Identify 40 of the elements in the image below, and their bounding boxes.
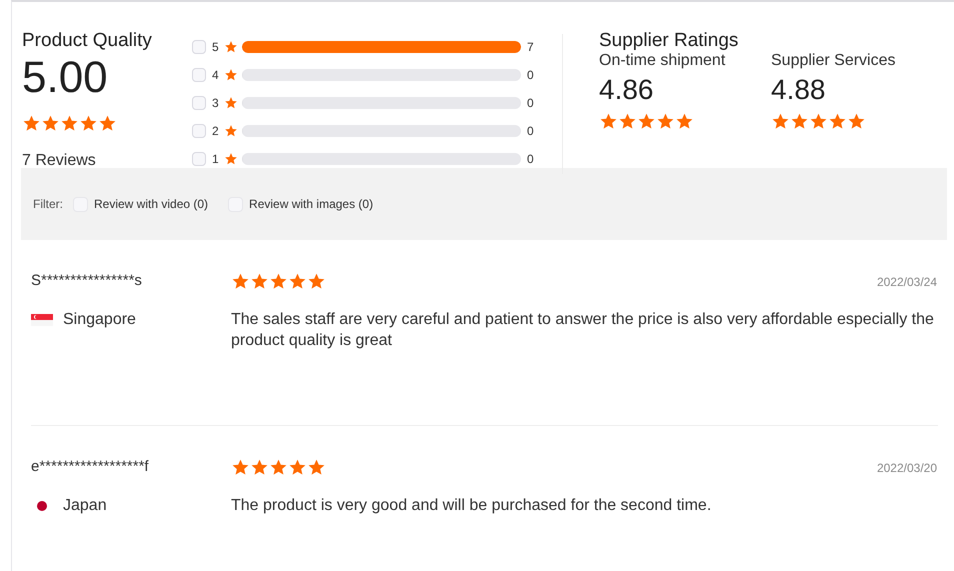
reviewer-country: Japan (63, 497, 107, 515)
rating-number: 5 (212, 40, 220, 54)
review-count: 7 Reviews (22, 152, 97, 170)
rating-count: 7 (527, 40, 535, 54)
filter-label: Filter: (33, 197, 63, 211)
rating-checkbox[interactable] (192, 96, 206, 110)
filter-option-label[interactable]: Review with images (0) (249, 197, 374, 211)
reviewer-country: Singapore (63, 311, 136, 329)
rating-score: 4.88 (771, 74, 826, 106)
star-icon (224, 152, 238, 166)
rating-label: On-time shipment (599, 52, 726, 70)
review-date: 2022/03/24 (876, 274, 937, 288)
rating-checkbox[interactable] (192, 124, 206, 138)
quality-score: 5.00 (22, 56, 109, 100)
rating-checkbox[interactable] (192, 40, 206, 54)
star-icon (224, 68, 238, 82)
reviewer-name: S****************s (31, 272, 143, 289)
review-date: 2022/03/20 (876, 460, 937, 474)
rating-label: Supplier Services (771, 52, 896, 70)
rating-score: 4.86 (599, 74, 654, 106)
review-text: The product is very good and will be purchased for the second time. (231, 496, 712, 516)
flag-icon (31, 314, 53, 326)
star-icon (224, 40, 238, 54)
rating-count: 0 (527, 124, 535, 138)
rating-number: 2 (212, 124, 220, 138)
star-icon (224, 96, 238, 110)
rating-checkbox[interactable] (192, 68, 206, 82)
reviewer-name: e******************f (31, 458, 150, 475)
star-icon (224, 124, 238, 138)
rating-number: 4 (212, 68, 220, 82)
filter-option-label[interactable]: Review with video (0) (94, 197, 208, 211)
rating-count: 0 (527, 96, 535, 110)
supplier-ratings-title: Supplier Ratings (599, 30, 740, 52)
rating-number: 3 (212, 96, 220, 110)
product-quality-title: Product Quality (22, 30, 153, 52)
rating-count: 0 (527, 68, 535, 82)
review-text: The sales staff are very careful and patient to answer the price is also very affordable especially the product quality is great (231, 310, 935, 351)
rating-number: 1 (212, 152, 220, 166)
rating-checkbox[interactable] (192, 152, 206, 166)
rating-count: 0 (527, 152, 535, 166)
